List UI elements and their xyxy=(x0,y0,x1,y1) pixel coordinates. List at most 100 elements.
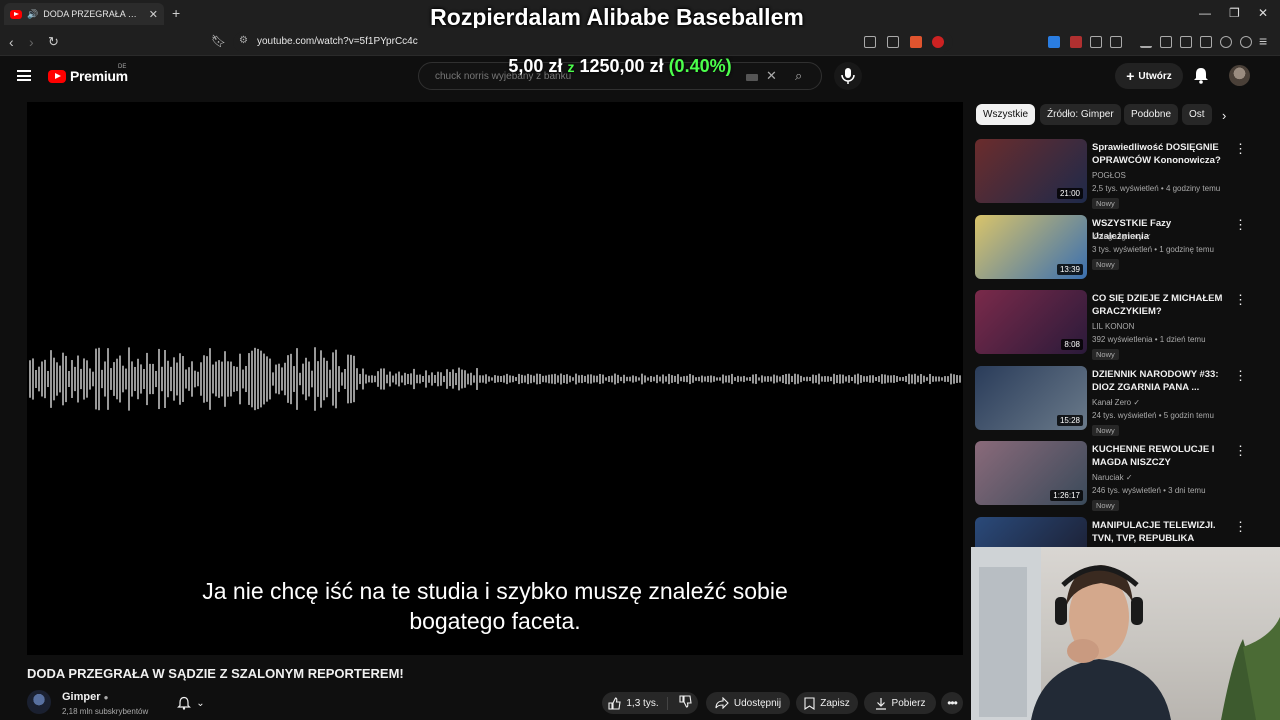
minimize-window-button[interactable]: — xyxy=(1199,6,1211,20)
extension-red-icon[interactable] xyxy=(932,36,944,48)
notifications-button[interactable] xyxy=(1192,66,1210,89)
video-duration: 21:00 xyxy=(1056,188,1083,199)
video-subtitle: Ja nie chcę iść na te studia i szybko mu… xyxy=(27,576,963,636)
webcam-feed-image xyxy=(971,547,1280,720)
close-window-button[interactable]: ✕ xyxy=(1258,6,1268,20)
video-thumbnail[interactable]: 15:28 xyxy=(975,365,1087,430)
chips-next-arrow-icon[interactable]: › xyxy=(1222,108,1226,123)
youtube-play-icon xyxy=(48,69,66,83)
more-actions-button[interactable]: ••• xyxy=(941,692,963,714)
extensions-puzzle-icon[interactable] xyxy=(1090,36,1102,48)
more-vertical-icon[interactable]: ⋮ xyxy=(1234,443,1247,459)
recommendation-title[interactable]: MANIPULACJE TELEWIZJI. TVN, TVP, REPUBLI… xyxy=(1092,519,1227,545)
video-duration: 1:26:17 xyxy=(1050,490,1083,501)
thumbs-down-icon xyxy=(679,695,692,708)
bookmark-icon[interactable]: 🔖︎ xyxy=(211,34,226,48)
recommendation-item[interactable]: 13:39 WSZYSTKIE Fazy Uzależnienia Kolega I… xyxy=(975,214,1265,283)
forward-button[interactable]: › xyxy=(29,34,34,50)
video-thumbnail[interactable]: 1:26:17 xyxy=(975,441,1087,505)
recommendation-title[interactable]: CO SIĘ DZIEJE Z MICHAŁEM GRACZYKIEM? xyxy=(1092,292,1227,318)
extension-blue-icon[interactable] xyxy=(1048,36,1060,48)
save-button[interactable]: Zapisz xyxy=(796,692,858,714)
video-duration: 13:39 xyxy=(1056,263,1083,275)
video-thumbnail[interactable]: 13:39 xyxy=(975,214,1087,279)
share-page-icon[interactable] xyxy=(887,36,899,48)
bell-icon xyxy=(1194,68,1208,84)
recommendation-item[interactable]: 15:28 DZIENNIK NARODOWY #33: DIOZ ZGARNIA… xyxy=(975,365,1265,436)
download-button[interactable]: Pobierz xyxy=(864,692,936,714)
plus-icon: + xyxy=(1126,68,1135,84)
video-duration: 8:08 xyxy=(1061,339,1083,350)
browser-menu-icon[interactable]: ≡ xyxy=(1259,33,1267,49)
bell-outline-icon xyxy=(177,696,192,710)
filter-chip[interactable]: Źródło: Gimper xyxy=(1040,104,1121,125)
address-bar[interactable]: ⚙ youtube.com/watch?v=5f1PYprCc4c xyxy=(233,32,953,52)
recommendation-channel[interactable]: Kolega Ignacy ✓ xyxy=(1092,232,1152,241)
brave-shield-icon[interactable] xyxy=(910,36,922,48)
media-icon[interactable] xyxy=(1160,36,1172,48)
extension-recorder-icon[interactable] xyxy=(1070,36,1082,48)
guide-menu-icon[interactable] xyxy=(17,70,31,81)
verified-icon: ✓ xyxy=(1125,473,1133,482)
streamer-webcam xyxy=(971,547,1280,720)
like-button[interactable]: 1,3 tys. xyxy=(608,696,668,710)
recommendation-channel[interactable]: Kanał Zero ✓ xyxy=(1092,398,1140,407)
more-vertical-icon[interactable]: ⋮ xyxy=(1234,519,1247,535)
new-badge: Nowy xyxy=(1092,424,1119,436)
create-button[interactable]: + Utwórz xyxy=(1115,63,1183,89)
recommendation-meta: 2,5 tys. wyświetleń • 4 godziny temu xyxy=(1092,184,1221,193)
recommendation-title[interactable]: DZIENNIK NARODOWY #33: DIOZ ZGARNIA PANA… xyxy=(1092,368,1227,394)
recommendation-title[interactable]: Sprawiedliwość DOSIĘGNIE OPRAWCÓW Konono… xyxy=(1092,141,1227,169)
video-duration: 15:28 xyxy=(1056,414,1083,426)
recommendation-channel[interactable]: Naruciak ✓ xyxy=(1092,473,1133,482)
more-horizontal-icon: ••• xyxy=(947,696,958,710)
leo-ai-icon[interactable] xyxy=(1220,36,1232,48)
channel-name[interactable]: Gimper ● xyxy=(62,691,108,703)
subscriber-count: 2,18 mln subskrybentów xyxy=(62,707,149,716)
downloads-icon[interactable] xyxy=(1140,36,1152,48)
like-count: 1,3 tys. xyxy=(626,697,659,709)
recommendation-meta: 392 wyświetlenia • 1 dzień temu xyxy=(1092,335,1206,344)
site-info-icon[interactable]: ⚙ xyxy=(239,35,248,46)
verified-icon: ✓ xyxy=(1144,231,1152,241)
recommendation-item[interactable]: 1:26:17 KUCHENNE REWOLUCJE I MAGDA NISZCZ… xyxy=(975,441,1265,511)
recommendation-channel[interactable]: LIL KONON xyxy=(1092,322,1134,331)
more-vertical-icon[interactable]: ⋮ xyxy=(1234,141,1247,157)
dislike-button[interactable] xyxy=(673,695,692,711)
reload-button[interactable]: ↻ xyxy=(48,34,59,50)
more-vertical-icon[interactable]: ⋮ xyxy=(1234,217,1247,233)
voice-search-button[interactable] xyxy=(834,62,862,90)
thumbs-up-icon xyxy=(608,696,622,710)
subtitle-line-1: Ja nie chcę iść na te studia i szybko mu… xyxy=(202,578,788,604)
cast-icon[interactable] xyxy=(864,36,876,48)
more-vertical-icon[interactable]: ⋮ xyxy=(1234,368,1247,384)
video-player[interactable]: Ja nie chcę iść na te studia i szybko mu… xyxy=(27,102,963,655)
vpn-icon[interactable] xyxy=(1240,36,1252,48)
recommendation-channel-name: POGŁOS xyxy=(1092,171,1126,180)
filter-chip[interactable]: Ost xyxy=(1182,104,1212,125)
more-vertical-icon[interactable]: ⋮ xyxy=(1234,292,1247,308)
back-button[interactable]: ‹ xyxy=(9,34,14,50)
recommendation-item[interactable]: 21:00 Sprawiedliwość DOSIĘGNIE OPRAWCÓW K… xyxy=(975,139,1265,209)
sidebar-icon[interactable] xyxy=(1180,36,1192,48)
url-text: youtube.com/watch?v=5f1PYprCc4c xyxy=(257,36,418,47)
recommendation-channel[interactable]: POGŁOS xyxy=(1092,171,1126,180)
video-title: DODA PRZEGRAŁA W SĄDZIE Z SZALONYM REPOR… xyxy=(27,666,404,681)
account-avatar[interactable] xyxy=(1229,65,1250,86)
wallet-icon[interactable] xyxy=(1200,36,1212,48)
video-thumbnail[interactable]: 8:08 xyxy=(975,290,1087,354)
chevron-down-icon: ⌄ xyxy=(196,697,205,709)
audio-waveform xyxy=(29,347,961,411)
filter-chip[interactable]: Podobne xyxy=(1124,104,1179,125)
share-button[interactable]: Udostępnij xyxy=(706,692,790,714)
restore-window-button[interactable]: ❐ xyxy=(1229,6,1240,20)
channel-avatar[interactable] xyxy=(27,690,51,714)
video-thumbnail[interactable]: 21:00 xyxy=(975,139,1087,203)
youtube-logo[interactable]: Premium DE xyxy=(48,64,128,84)
recommendation-channel-name: LIL KONON xyxy=(1092,322,1135,331)
recommendation-item[interactable]: 8:08 CO SIĘ DZIEJE Z MICHAŁEM GRACZYKIEM?… xyxy=(975,290,1265,360)
extension-window-icon[interactable] xyxy=(1110,36,1122,48)
recommendation-title[interactable]: KUCHENNE REWOLUCJE I MAGDA NISZCZY PSYCH… xyxy=(1092,443,1227,471)
filter-chip[interactable]: Wszystkie xyxy=(976,104,1035,125)
subscribe-notifications-button[interactable]: ⌄ xyxy=(168,692,214,714)
